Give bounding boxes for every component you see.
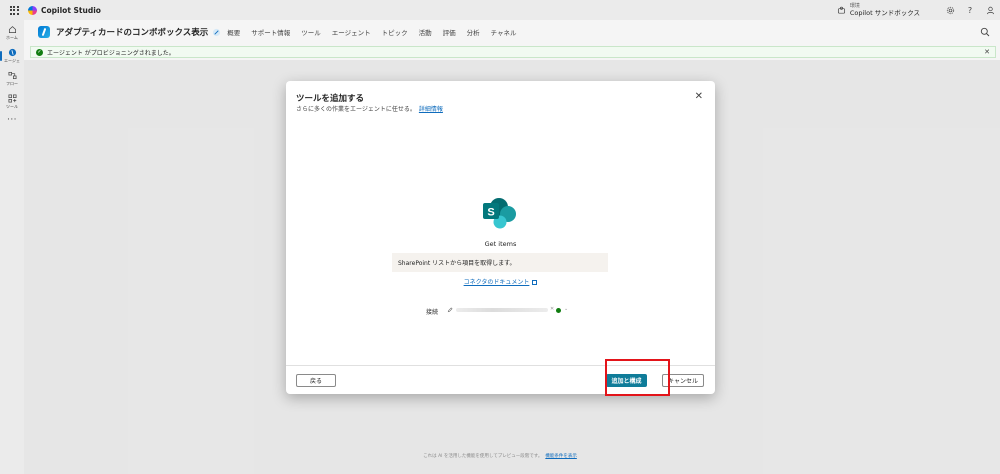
chevron-down-icon[interactable]: ⌄ bbox=[564, 306, 568, 312]
dialog-subtitle-text: さらに多くの作業をエージェントに任せる。 bbox=[296, 106, 416, 113]
tools-icon bbox=[8, 94, 16, 103]
dialog-subtitle: さらに多くの作業をエージェントに任せる。 詳細情報 bbox=[296, 104, 443, 113]
agent-header: アダプティカードのコンボボックス表示 概要 サポート情報 ツール エージェント … bbox=[24, 20, 1000, 44]
flow-icon bbox=[8, 71, 16, 80]
terms-link[interactable]: 機能条件を表示 bbox=[545, 454, 577, 459]
tab-tools[interactable]: ツール bbox=[301, 27, 321, 37]
rail-item-agents[interactable]: エージェ bbox=[0, 46, 24, 66]
notification-text: エージェント がプロビジョニングされました。 bbox=[47, 49, 175, 57]
rail-item-label: エージェ bbox=[4, 58, 20, 63]
connector-docs-link-text[interactable]: コネクタのドキュメント bbox=[464, 279, 530, 286]
external-link-icon bbox=[532, 280, 538, 285]
tab-overview[interactable]: 概要 bbox=[227, 27, 240, 37]
connector-docs-link[interactable]: コネクタのドキュメント bbox=[286, 277, 715, 286]
home-icon bbox=[8, 26, 16, 34]
app-launcher-icon[interactable] bbox=[0, 0, 28, 20]
highlight-annotation-box bbox=[605, 359, 670, 396]
rail-item-flows[interactable]: フロー bbox=[0, 69, 24, 89]
search-icon[interactable] bbox=[980, 27, 990, 37]
settings-gear-icon[interactable] bbox=[940, 0, 960, 20]
sharepoint-logo-icon: S bbox=[483, 198, 516, 229]
connection-dropdown[interactable]: ✕ ⌄ bbox=[456, 306, 568, 314]
learn-more-link[interactable]: 詳細情報 bbox=[419, 106, 443, 113]
agent-name: アダプティカードのコンボボックス表示 bbox=[56, 28, 209, 38]
environment-label: 環境 bbox=[849, 2, 860, 9]
rail-item-label: ツール bbox=[6, 104, 18, 109]
connection-label: 接続 bbox=[426, 309, 439, 316]
success-notification: ✓ エージェント がプロビジョニングされました。 ✕ bbox=[30, 46, 996, 58]
tool-name: Get items bbox=[484, 240, 517, 248]
tool-description: SharePoint リストから項目を取得します。 bbox=[392, 253, 608, 272]
rail-item-label: フロー bbox=[6, 81, 18, 86]
rail-item-home[interactable]: ホーム bbox=[0, 23, 24, 43]
svg-text:S: S bbox=[487, 207, 494, 219]
tab-knowledge[interactable]: サポート情報 bbox=[251, 27, 290, 37]
environment-selector[interactable]: 環境 Copilot サンドボックス bbox=[837, 2, 920, 17]
tab-channels[interactable]: チャネル bbox=[491, 27, 517, 37]
profile-avatar-icon[interactable] bbox=[980, 0, 1000, 20]
tab-evaluation[interactable]: 評価 bbox=[443, 27, 456, 37]
agent-avatar-icon bbox=[38, 26, 50, 38]
top-bar: Copilot Studio 環境 Copilot サンドボックス ? bbox=[0, 0, 1000, 20]
back-button[interactable]: 戻る bbox=[296, 374, 336, 387]
connection-status-dot bbox=[556, 308, 561, 313]
tab-topics[interactable]: トピック bbox=[382, 27, 408, 37]
tab-activity[interactable]: 活動 bbox=[419, 27, 432, 37]
more-options-icon[interactable]: ··· bbox=[0, 115, 24, 125]
connection-value-redacted bbox=[456, 308, 548, 312]
environment-name: Copilot サンドボックス bbox=[849, 8, 920, 17]
copilot-studio-logo-icon bbox=[28, 5, 37, 15]
tab-agents[interactable]: エージェント bbox=[332, 27, 371, 37]
app-title[interactable]: Copilot Studio bbox=[41, 6, 101, 15]
preview-disclaimer: これは AI を活用した機能を使用してプレビュー段階です。 機能条件を表示 bbox=[0, 453, 1000, 459]
left-nav-rail: ホーム エージェ フロー ツール ··· bbox=[0, 20, 24, 474]
tab-analytics[interactable]: 分析 bbox=[467, 27, 480, 37]
environment-icon bbox=[837, 6, 845, 14]
preview-disclaimer-text: これは AI を活用した機能を使用してプレビュー段階です。 bbox=[423, 454, 543, 459]
rail-item-tools[interactable]: ツール bbox=[0, 92, 24, 112]
connection-edit-icon[interactable] bbox=[447, 307, 453, 313]
top-bar-actions: 環境 Copilot サンドボックス ? bbox=[837, 0, 1000, 20]
dialog-title: ツールを追加する bbox=[296, 94, 365, 104]
dialog-close-icon[interactable]: ✕ bbox=[695, 91, 703, 102]
connection-clear-icon[interactable]: ✕ bbox=[550, 306, 554, 312]
add-tool-dialog: ツールを追加する さらに多くの作業をエージェントに任せる。 詳細情報 ✕ S Ge… bbox=[286, 81, 715, 394]
notification-close-icon[interactable]: ✕ bbox=[984, 48, 990, 56]
help-icon[interactable]: ? bbox=[960, 0, 980, 20]
agent-edit-icon[interactable] bbox=[212, 28, 221, 37]
agent-icon bbox=[8, 48, 16, 57]
rail-item-label: ホーム bbox=[6, 35, 18, 40]
success-check-icon: ✓ bbox=[36, 48, 43, 56]
